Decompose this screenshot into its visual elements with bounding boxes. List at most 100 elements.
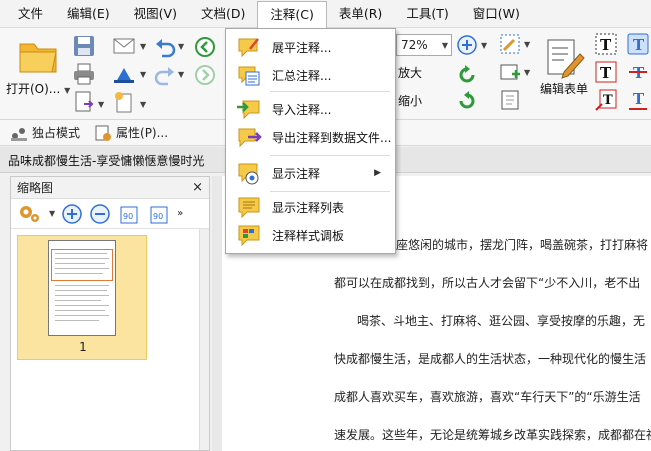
email-icon[interactable] [112,34,136,58]
svg-text:T: T [600,64,612,82]
form-edit-icon[interactable] [498,32,522,56]
zoom-out-icon[interactable] [89,203,111,225]
document-export-icon[interactable] [72,90,96,114]
menu-tools[interactable]: 工具(T) [394,1,460,27]
thumbnail-scrollbar[interactable] [199,229,209,450]
export-annotations-icon [238,128,262,148]
menu-item-import-annotations[interactable]: 导入注释... [226,95,395,123]
undo-icon[interactable] [154,36,176,58]
more-tools-icon[interactable]: » [177,208,183,219]
rotate-page-left-icon[interactable]: 90 [117,203,141,225]
save-icon[interactable] [72,34,96,58]
annotation-list-icon [238,197,260,219]
caret-icon[interactable]: ▼ [140,42,146,51]
caret-icon[interactable]: ▼ [49,209,55,218]
solo-mode-label: 独占模式 [32,126,81,140]
page-thumbnail[interactable]: 1 [17,235,147,360]
summarize-annotations-icon [238,66,260,86]
menu-document[interactable]: 文档(D) [189,1,257,27]
menu-item-label: 汇总注释... [272,68,332,83]
menu-edit[interactable]: 编辑(E) [55,1,122,27]
menu-item-summarize-annotations[interactable]: 汇总注释... [226,61,395,89]
menu-bar: 文件 编辑(E) 视图(V) 文档(D) 注释(C) 表单(R) 工具(T) 窗… [0,0,651,29]
document-scrollbar[interactable] [212,176,222,451]
rotate-right-icon[interactable] [456,90,478,112]
thumbnail-panel: 缩略图 × ▼ 90 90 » 1 [10,176,210,451]
close-icon[interactable]: × [192,180,203,195]
zoom-out-label: 缩小 [398,94,423,108]
zoom-out-button[interactable]: 缩小 [398,92,422,109]
menu-separator [270,91,390,92]
menu-item-label: 注释样式调板 [272,228,345,243]
menu-item-flatten-annotations[interactable]: 展平注释... [226,33,395,61]
caret-icon[interactable]: ▼ [524,68,530,77]
zoom-in-button[interactable]: 放大 [398,64,422,81]
menu-item-label: 显示注释列表 [272,200,345,215]
caret-icon[interactable]: ▼ [178,42,184,51]
open-label: 打开(O)... [6,82,61,96]
redo-icon[interactable] [154,64,176,86]
svg-text:T: T [603,93,613,108]
thumbnail-tools: ▼ 90 90 » [11,199,209,229]
new-document-icon[interactable] [112,90,136,114]
zoom-in-icon[interactable] [61,203,83,225]
menu-item-export-annotations[interactable]: 导出注释到数据文件... [226,123,395,151]
menu-comment[interactable]: 注释(C) [257,0,327,29]
page-number: 1 [79,340,87,354]
solo-mode-button[interactable]: 独占模式 [10,124,80,142]
caret-icon[interactable]: ▼ [140,100,146,109]
strikeout-text-icon[interactable]: T [626,60,650,84]
menu-form[interactable]: 表单(R) [327,1,394,27]
zoom-select[interactable]: 72% ▼ [396,34,452,56]
menu-window[interactable]: 窗口(W) [461,1,532,27]
doc-text-line: 速发展。这些年，无论是统筹城乡改革实践探索，成都都在社会 [334,428,651,442]
caret-icon[interactable]: ▼ [481,41,487,50]
edit-form-label: 编辑表单 [540,82,589,96]
doc-text-line: 成都人喜欢买车，喜欢旅游，喜欢“车行天下”的“乐游生活 [334,390,641,404]
properties-icon [95,125,112,141]
solo-mode-icon [11,127,27,141]
menu-item-annotation-list[interactable]: 显示注释列表 [226,193,395,221]
doc-text-line: 一座悠闲的城市，摆龙门阵，喝盖碗茶，打打麻将 [384,238,649,252]
properties-button[interactable]: 属性(P)... [94,124,168,142]
show-annotations-icon [238,163,259,185]
form-field-add-icon[interactable] [498,60,522,84]
menu-view[interactable]: 视图(V) [122,1,189,27]
zoom-in-label: 放大 [398,66,423,80]
menu-item-label: 导出注释到数据文件... [272,130,392,145]
menu-item-annotation-style-palette[interactable]: 注释样式调板 [226,221,395,249]
back-icon[interactable] [194,36,216,58]
menu-item-show-annotations[interactable]: 显示注释 ▶ [226,159,395,187]
text-box-icon[interactable]: T [594,60,618,84]
upload-icon[interactable] [112,62,136,86]
document-tab-title[interactable]: 品味成都慢生活-享受慵懒惬意慢时光 [8,152,204,169]
doc-text-line: 都可以在成都找到，所以古人才会留下“少不入川，老不出 [334,276,641,290]
properties-label: 属性(P)... [116,126,169,140]
rotate-page-right-icon[interactable]: 90 [147,203,171,225]
open-button[interactable]: 打开(O)... ▼ [6,34,70,97]
svg-text:T: T [633,36,645,54]
viewport-indicator[interactable] [51,249,113,281]
gear-icon[interactable] [17,203,43,225]
zoom-in-circle-icon[interactable] [456,34,478,56]
forward-icon[interactable] [194,64,216,86]
print-icon[interactable] [72,62,96,86]
form-import-icon[interactable] [498,88,522,112]
underline-text-icon[interactable]: T [626,88,650,112]
caret-icon[interactable]: ▼ [140,70,146,79]
doc-text-line: 喝茶、斗地主、打麻将、逛公园、享受按摩的乐趣，无 [357,314,646,328]
flatten-annotations-icon [238,38,259,58]
svg-text:T: T [600,36,612,54]
callout-icon[interactable]: T [594,88,618,112]
text-field-icon[interactable]: T [594,32,618,56]
menu-file[interactable]: 文件 [6,1,55,27]
rotate-left-icon[interactable] [456,64,478,86]
edit-form-button[interactable]: 编辑表单 [540,36,588,97]
typewriter-icon[interactable]: T [626,32,650,56]
submenu-arrow-icon: ▶ [374,168,381,178]
caret-icon[interactable]: ▼ [524,40,530,49]
caret-icon[interactable]: ▼ [178,70,184,79]
caret-icon[interactable]: ▼ [98,100,104,109]
menu-item-label: 显示注释 [272,166,321,181]
page-thumbnail-image [48,240,116,336]
